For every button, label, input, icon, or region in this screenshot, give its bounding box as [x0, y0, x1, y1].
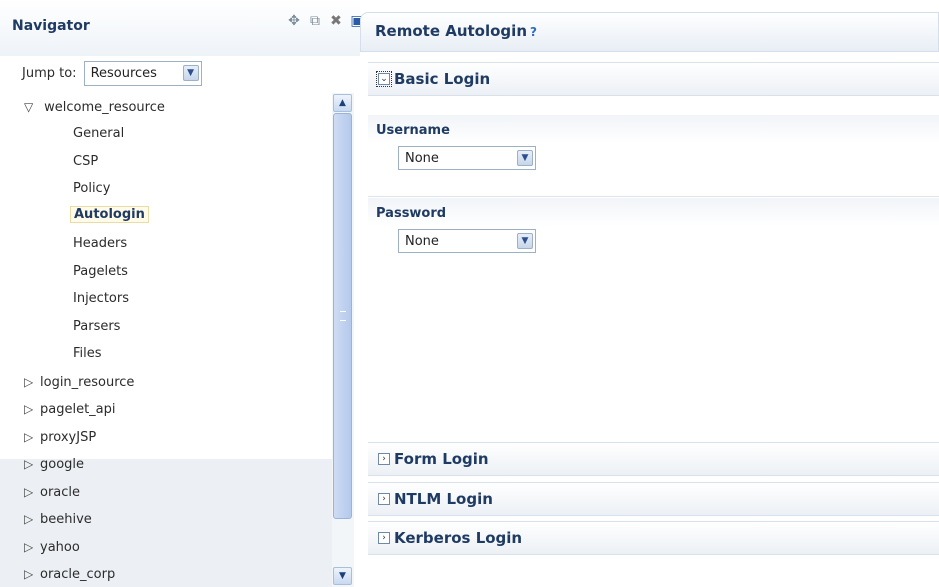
jump-to-value: Resources: [90, 65, 157, 81]
tree-node-yahoo[interactable]: ▷ yahoo: [24, 535, 80, 559]
tree-node-oracle-corp[interactable]: ▷ oracle_corp: [24, 562, 115, 586]
tree-item-parsers[interactable]: Parsers: [73, 315, 120, 339]
username-select[interactable]: None ▼: [398, 146, 536, 170]
chevron-down-icon: ▼: [182, 65, 199, 81]
tree-node-label: oracle_corp: [40, 567, 116, 582]
collapsed-triangle-icon[interactable]: ▷: [24, 397, 40, 421]
navigator-panel: Navigator ✥ ⧉ ✖ ▣ Jump to: Resources ▼ ▽…: [0, 0, 364, 587]
password-group: Password None ▼: [368, 198, 939, 264]
remote-autologin-panel: Remote Autologin? ⌄ Basic Login Username…: [360, 12, 939, 587]
expanded-triangle-icon[interactable]: ▽: [24, 95, 40, 119]
username-value: None: [405, 150, 439, 166]
page-title-text: Remote Autologin: [375, 22, 527, 40]
chevron-right-icon[interactable]: ›: [378, 532, 390, 544]
help-icon[interactable]: ?: [530, 25, 537, 39]
delete-icon[interactable]: ✖: [328, 13, 344, 29]
section-label: Form Login: [394, 450, 489, 468]
tree-item-csp[interactable]: CSP: [73, 150, 98, 174]
password-value: None: [405, 233, 439, 249]
password-label: Password: [376, 206, 447, 221]
tree-node-label: beehive: [40, 512, 92, 527]
panel-title-bar: Remote Autologin?: [360, 12, 939, 52]
username-group: Username None ▼: [368, 115, 939, 181]
password-select[interactable]: None ▼: [398, 229, 536, 253]
section-ntlm-login-header[interactable]: › NTLM Login: [368, 482, 939, 516]
tree-scrollbar[interactable]: ▲ ▼: [332, 93, 354, 587]
collapsed-triangle-icon[interactable]: ▷: [24, 480, 40, 504]
tree-node-welcome-resource[interactable]: ▽ welcome_resource: [24, 95, 165, 119]
tree-item-policy[interactable]: Policy: [73, 177, 110, 201]
chevron-right-icon[interactable]: ›: [378, 453, 390, 465]
jump-to-label: Jump to:: [22, 65, 77, 81]
resource-tree: ▽ welcome_resource General CSP Policy Au…: [0, 93, 332, 587]
scrollbar-thumb[interactable]: [333, 113, 352, 519]
collapsed-triangle-icon[interactable]: ▷: [24, 370, 40, 394]
tree-node-pagelet-api[interactable]: ▷ pagelet_api: [24, 397, 116, 421]
add-icon[interactable]: ✥: [286, 13, 302, 29]
scroll-down-icon[interactable]: ▼: [333, 567, 352, 585]
chevron-right-icon[interactable]: ›: [378, 493, 390, 505]
divider: [368, 196, 939, 197]
tree-node-login-resource[interactable]: ▷ login_resource: [24, 370, 134, 394]
chevron-down-icon: ▼: [517, 233, 533, 249]
selected-item-label: Autologin: [70, 206, 149, 223]
tree-node-label: login_resource: [40, 375, 135, 390]
tree-node-label: oracle: [40, 485, 81, 500]
collapsed-triangle-icon[interactable]: ▷: [24, 425, 40, 449]
tree-item-pagelets[interactable]: Pagelets: [73, 260, 128, 284]
collapsed-triangle-icon[interactable]: ▷: [24, 507, 40, 531]
tree-node-label: pagelet_api: [40, 402, 116, 417]
tree-node-label: google: [40, 457, 85, 472]
page-title: Remote Autologin?: [375, 22, 537, 40]
collapsed-triangle-icon[interactable]: ▷: [24, 562, 40, 586]
tree-item-general[interactable]: General: [73, 122, 124, 146]
basic-login-body: Username None ▼ Password None ▼: [368, 102, 939, 438]
chevron-down-icon: ▼: [517, 150, 533, 166]
tree-item-files[interactable]: Files: [73, 342, 102, 366]
tree-node-google[interactable]: ▷ google: [24, 452, 84, 476]
tree-node-beehive[interactable]: ▷ beehive: [24, 507, 92, 531]
tree-item-injectors[interactable]: Injectors: [73, 287, 129, 311]
copy-icon[interactable]: ⧉: [307, 13, 323, 29]
section-label: Basic Login: [394, 70, 491, 88]
tree-node-label: proxyJSP: [40, 430, 97, 445]
section-basic-login-header[interactable]: ⌄ Basic Login: [368, 62, 939, 96]
tree-node-label: welcome_resource: [44, 100, 165, 115]
tree-node-proxyjsp[interactable]: ▷ proxyJSP: [24, 425, 96, 449]
username-label: Username: [376, 123, 450, 138]
navigator-header: Navigator ✥ ⧉ ✖ ▣: [0, 0, 364, 56]
section-kerberos-login-header[interactable]: › Kerberos Login: [368, 521, 939, 555]
chevron-down-icon[interactable]: ⌄: [376, 71, 392, 87]
jump-to-select[interactable]: Resources ▼: [83, 60, 202, 86]
tree-node-label: yahoo: [40, 540, 80, 555]
jump-to: Jump to: Resources ▼: [22, 60, 202, 86]
navigator-title: Navigator: [12, 18, 90, 34]
collapsed-triangle-icon[interactable]: ▷: [24, 535, 40, 559]
grip-icon: [340, 311, 346, 321]
scroll-up-icon[interactable]: ▲: [333, 94, 352, 112]
section-form-login-header[interactable]: › Form Login: [368, 442, 939, 476]
collapsed-triangle-icon[interactable]: ▷: [24, 452, 40, 476]
tree-item-autologin[interactable]: Autologin: [70, 203, 149, 227]
section-label: NTLM Login: [394, 490, 493, 508]
tree-node-oracle[interactable]: ▷ oracle: [24, 480, 80, 504]
tree-item-headers[interactable]: Headers: [73, 232, 127, 256]
section-label: Kerberos Login: [394, 529, 523, 547]
